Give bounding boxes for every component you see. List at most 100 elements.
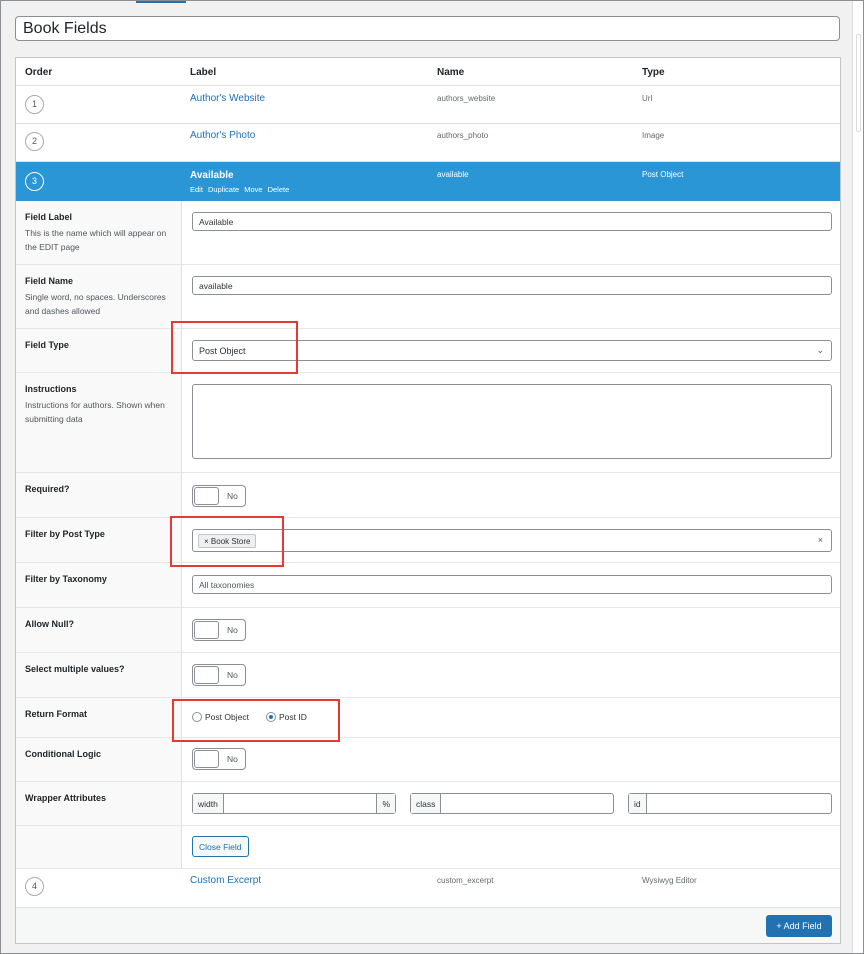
field-type: Post Object	[642, 170, 684, 179]
setting-conditional-logic: Conditional Logic No	[16, 738, 840, 782]
allow-null-toggle[interactable]: No	[192, 619, 246, 641]
setting-required: Required? No	[16, 473, 840, 518]
setting-allow-null: Allow Null? No	[16, 608, 840, 653]
wrapper-class-input[interactable]: class	[410, 793, 614, 814]
setting-title: Filter by Post Type	[25, 529, 105, 539]
duplicate-link[interactable]: Duplicate	[208, 185, 239, 194]
post-type-chip[interactable]: × Book Store	[198, 534, 257, 548]
field-name-input[interactable]: available	[192, 276, 832, 295]
setting-title: Allow Null?	[25, 619, 74, 629]
setting-label: Return Format	[16, 698, 182, 737]
setting-desc: Single word, no spaces. Underscores and …	[25, 292, 166, 316]
toggle-text: No	[227, 625, 238, 635]
field-name: authors_website	[437, 94, 496, 103]
setting-desc: This is the name which will appear on th…	[25, 228, 167, 252]
field-order-badge[interactable]: 2	[25, 132, 44, 151]
setting-filter-post-type: Filter by Post Type × Book Store ×	[16, 518, 840, 563]
field-type: Image	[642, 131, 665, 140]
field-group-title-input[interactable]: Book Fields	[15, 16, 840, 41]
field-order-badge[interactable]: 3	[25, 172, 44, 191]
required-toggle[interactable]: No	[192, 485, 246, 507]
setting-title: Instructions	[25, 384, 77, 394]
move-link[interactable]: Move	[244, 185, 262, 194]
setting-label: Filter by Post Type	[16, 518, 182, 562]
setting-field-type: Field Type Post Object ⌄	[16, 329, 840, 373]
toggle-text: No	[227, 754, 238, 764]
setting-title: Select multiple values?	[25, 664, 125, 674]
width-unit: %	[376, 794, 395, 813]
field-label-link[interactable]: Available	[190, 170, 234, 181]
id-prefix: id	[629, 794, 647, 813]
field-label-input[interactable]: Available	[192, 212, 832, 231]
scroll-nub[interactable]	[856, 34, 861, 132]
field-row-authors-photo[interactable]: 2 Author's Photo authors_photo Image	[16, 124, 840, 162]
setting-field-label: Field Label This is the name which will a…	[16, 201, 840, 265]
class-prefix: class	[411, 794, 442, 813]
field-type-value: Post Object	[199, 346, 246, 356]
add-field-button[interactable]: + Add Field	[766, 915, 832, 937]
taxonomy-input[interactable]: All taxonomies	[192, 575, 832, 594]
col-order: Order	[25, 67, 53, 78]
wrapper-id-input[interactable]: id	[628, 793, 832, 814]
setting-title: Field Label	[25, 212, 73, 222]
delete-link[interactable]: Delete	[268, 185, 290, 194]
setting-title: Filter by Taxonomy	[25, 574, 107, 584]
setting-title: Field Type	[25, 340, 69, 350]
setting-title: Required?	[25, 484, 70, 494]
fields-footer: + Add Field	[16, 908, 840, 943]
chip-label: Book Store	[210, 537, 251, 546]
field-name: available	[437, 170, 469, 179]
close-field-button[interactable]: Close Field	[192, 836, 249, 857]
row-actions: Edit Duplicate Move Delete	[190, 185, 294, 194]
setting-field-name: Field Name Single word, no spaces. Unders…	[16, 265, 840, 329]
field-label-link[interactable]: Author's Website	[190, 93, 265, 104]
field-type: Url	[642, 94, 653, 103]
radio-post-id[interactable]: Post ID	[266, 712, 307, 722]
fields-table-header: Order Label Name Type	[16, 58, 840, 86]
wrapper-width-input[interactable]: width%	[192, 793, 396, 814]
setting-label-empty	[16, 826, 182, 868]
instructions-textarea[interactable]	[192, 384, 832, 459]
field-label-link[interactable]: Custom Excerpt	[190, 875, 261, 886]
conditional-toggle[interactable]: No	[192, 748, 246, 770]
field-row-custom-excerpt[interactable]: 4 Custom Excerpt custom_excerpt Wysiwyg …	[16, 869, 840, 908]
post-type-multiselect[interactable]: × Book Store ×	[192, 529, 832, 552]
side-scroll-rail[interactable]	[852, 0, 864, 954]
edit-link[interactable]: Edit	[190, 185, 203, 194]
field-label-link[interactable]: Author's Photo	[190, 130, 255, 141]
toggle-knob	[194, 666, 219, 684]
radio-checked-icon[interactable]	[266, 712, 276, 722]
field-order-badge[interactable]: 1	[25, 95, 44, 114]
field-type-select[interactable]: Post Object ⌄	[192, 340, 832, 361]
toggle-knob	[194, 750, 219, 768]
setting-label: Field Name Single word, no spaces. Unders…	[16, 265, 182, 328]
setting-wrapper: Wrapper Attributes width% class id	[16, 782, 840, 826]
top-link-stub	[136, 0, 186, 3]
width-prefix: width	[193, 794, 224, 813]
setting-title: Conditional Logic	[25, 749, 101, 759]
setting-label: Required?	[16, 473, 182, 517]
setting-label: Allow Null?	[16, 608, 182, 652]
fields-panel: Order Label Name Type 1 Author's Website…	[15, 57, 841, 944]
setting-label: Field Type	[16, 329, 182, 372]
toggle-knob	[194, 487, 219, 505]
setting-label: Wrapper Attributes	[16, 782, 182, 825]
setting-filter-taxonomy: Filter by Taxonomy All taxonomies	[16, 563, 840, 608]
multiple-toggle[interactable]: No	[192, 664, 246, 686]
setting-title: Return Format	[25, 709, 88, 719]
toggle-text: No	[227, 670, 238, 680]
field-row-authors-website[interactable]: 1 Author's Website authors_website Url	[16, 87, 840, 124]
field-name: authors_photo	[437, 131, 489, 140]
chevron-down-icon: ⌄	[816, 345, 824, 355]
field-row-available[interactable]: 3 Available available Post Object Edit Du…	[16, 162, 840, 201]
setting-label: Conditional Logic	[16, 738, 182, 781]
chip-remove-icon[interactable]: ×	[204, 537, 209, 546]
field-order-badge[interactable]: 4	[25, 877, 44, 896]
radio-post-object[interactable]: Post Object	[192, 712, 249, 722]
field-name: custom_excerpt	[437, 876, 494, 885]
radio-label: Post ID	[279, 712, 307, 722]
radio-circle-icon[interactable]	[192, 712, 202, 722]
setting-label: Field Label This is the name which will a…	[16, 201, 182, 264]
clear-icon[interactable]: ×	[818, 535, 823, 545]
radio-label: Post Object	[205, 712, 249, 722]
